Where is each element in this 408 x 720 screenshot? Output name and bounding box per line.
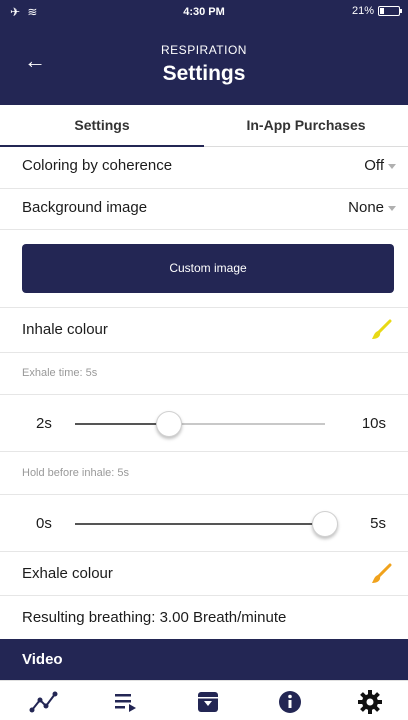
archive-icon[interactable] (188, 687, 228, 717)
hold-slider-fill (75, 523, 325, 525)
resulting-row: Resulting breathing: 3.00 Breath/minute (0, 596, 408, 639)
page-title: Settings (162, 62, 246, 85)
inhale-colour-label: Inhale colour (22, 321, 108, 338)
hold-label: Hold before inhale: 5s (22, 467, 130, 479)
status-bar: ✈ ≋ 4:30 PM 21% (0, 0, 408, 24)
info-icon[interactable] (270, 687, 310, 717)
hold-slider-row: 0s 5s (0, 495, 408, 552)
hold-row: Hold before inhale: 5s (0, 452, 408, 495)
exhale-slider-fill (75, 423, 169, 425)
custom-image-button[interactable]: Custom image (22, 244, 394, 293)
app-header: ✈ ≋ 4:30 PM 21% ← RESPIRATION Settings (0, 0, 408, 105)
exhale-time-slider[interactable] (75, 411, 325, 437)
exhale-slider-min: 2s (36, 415, 52, 432)
custom-image-row: Custom image (0, 230, 408, 308)
chevron-down-icon (388, 163, 396, 169)
hold-slider-max: 5s (370, 515, 386, 532)
exhale-colour-label: Exhale colour (22, 565, 113, 582)
tab-settings[interactable]: Settings (0, 105, 204, 147)
battery-indicator: 21% (351, 5, 402, 17)
exhale-slider-max: 10s (361, 415, 386, 432)
background-select[interactable]: None (348, 199, 396, 216)
battery-fill (380, 8, 384, 14)
chart-icon[interactable] (24, 687, 64, 717)
page-subtitle: RESPIRATION (161, 43, 247, 57)
exhale-time-label: Exhale time: 5s (22, 367, 98, 379)
video-section-label: Video (22, 651, 63, 668)
chevron-down-icon (388, 205, 396, 211)
coloring-row[interactable]: Coloring by coherence Off (0, 147, 408, 189)
resulting-text: Resulting breathing: 3.00 Breath/minute (22, 609, 287, 626)
battery-percent: 21% (351, 5, 374, 17)
exhale-slider-thumb[interactable] (155, 411, 182, 437)
video-section-header: Video (0, 639, 408, 680)
paintbrush-icon[interactable] (370, 563, 392, 590)
exhale-time-row: Exhale time: 5s (0, 353, 408, 395)
battery-icon (378, 6, 402, 16)
paintbrush-icon[interactable] (370, 319, 392, 346)
exhale-colour-row[interactable]: Exhale colour (0, 552, 408, 596)
coloring-label: Coloring by coherence (22, 157, 173, 174)
bottom-nav (0, 680, 408, 720)
background-label: Background image (22, 199, 148, 216)
background-value: None (348, 199, 384, 216)
exhale-slider-row: 2s 10s (0, 395, 408, 452)
playlist-icon[interactable] (106, 687, 146, 717)
coloring-select[interactable]: Off (364, 157, 396, 174)
background-row[interactable]: Background image None (0, 189, 408, 230)
hold-slider[interactable] (75, 511, 338, 537)
status-time: 4:30 PM (183, 6, 225, 18)
tab-bar: Settings In-App Purchases (0, 105, 408, 147)
coloring-value: Off (364, 157, 384, 174)
hold-slider-min: 0s (36, 515, 52, 532)
tab-in-app-purchases[interactable]: In-App Purchases (204, 105, 408, 147)
gear-icon[interactable] (350, 687, 390, 717)
inhale-colour-row[interactable]: Inhale colour (0, 308, 408, 353)
hold-slider-thumb[interactable] (312, 511, 338, 537)
